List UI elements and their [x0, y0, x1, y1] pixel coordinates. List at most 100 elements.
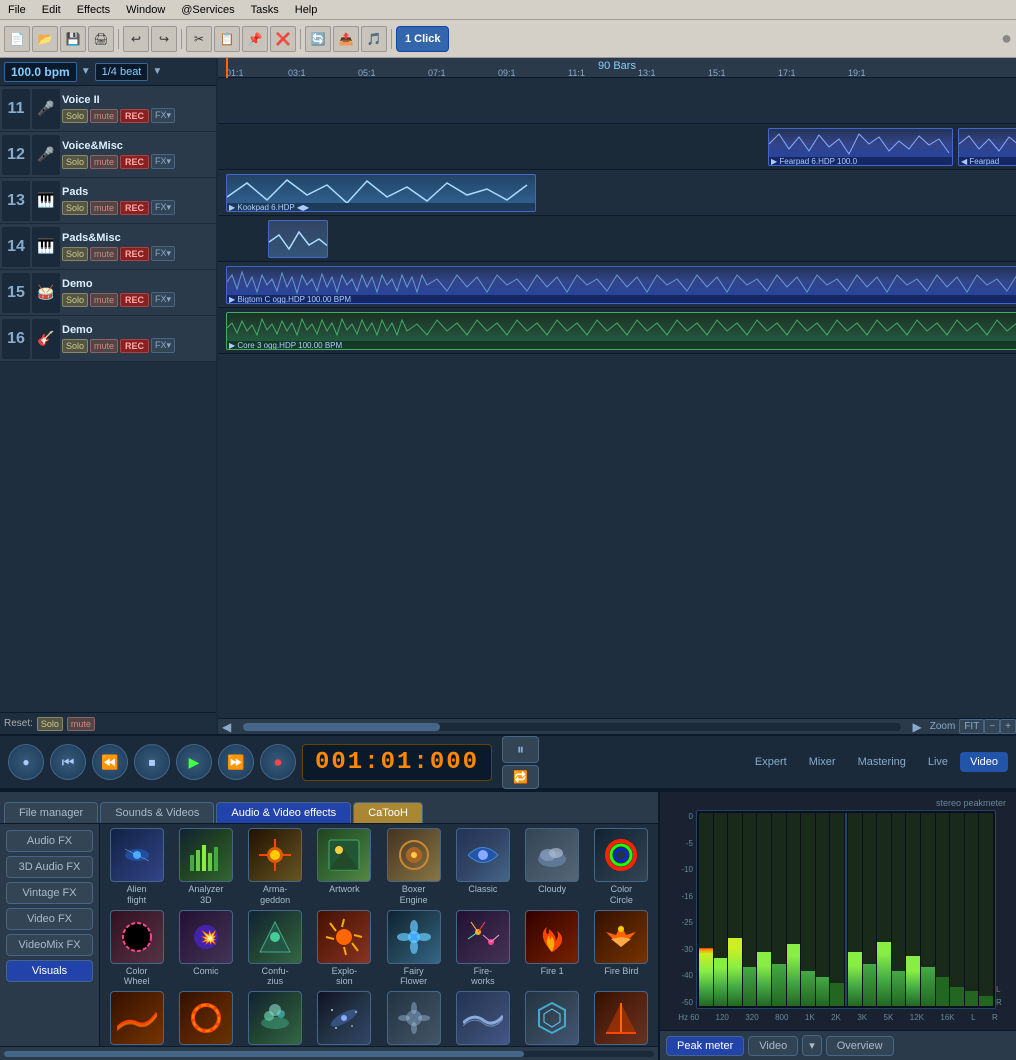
- tb-copy[interactable]: 📋: [214, 26, 240, 52]
- solo-16[interactable]: Solo: [62, 339, 88, 353]
- fx-item-fire1[interactable]: Fire 1: [520, 910, 585, 988]
- clip-fearpad1[interactable]: ▶ Fearpad 6.HDP 100.0: [768, 128, 953, 166]
- transport-record-arm[interactable]: ●: [8, 744, 44, 780]
- fx-grid[interactable]: Alienflight Analyzer3D Arma-geddon Artwo…: [100, 824, 658, 1046]
- rec-13[interactable]: REC: [120, 201, 149, 215]
- clip-core3[interactable]: ▶ Core 3 ogg.HDP 100.00 BPM: [226, 312, 1016, 350]
- fx-item-galaxy[interactable]: Galaxy: [312, 991, 377, 1046]
- tab-file-manager[interactable]: File manager: [4, 802, 98, 823]
- fx-cat-videomix[interactable]: VideoMix FX: [6, 934, 93, 956]
- tab-live[interactable]: Live: [918, 752, 958, 772]
- beat-display[interactable]: 1/4 beat: [95, 63, 149, 81]
- fx-item-fairy-flower[interactable]: FairyFlower: [381, 910, 446, 988]
- fx-item-boxer-engine[interactable]: BoxerEngine: [381, 828, 446, 906]
- tb-midi[interactable]: 🎵: [361, 26, 387, 52]
- fx-cat-video[interactable]: Video FX: [6, 908, 93, 930]
- clip-kookpad[interactable]: ▶ Kookpad 6.HDP ◀▶: [226, 174, 536, 212]
- track-row-15[interactable]: 15 🥁 Demo Solo mute REC FX▾: [0, 270, 216, 316]
- fx-h-scrollbar[interactable]: [4, 1051, 654, 1057]
- fx-12[interactable]: FX▾: [151, 154, 175, 169]
- fx-item-fireworks[interactable]: Fire-works: [450, 910, 515, 988]
- tab-mastering[interactable]: Mastering: [848, 752, 916, 772]
- tb-cut[interactable]: ✂: [186, 26, 212, 52]
- meter-tab-video-drop[interactable]: ▾: [802, 1035, 822, 1056]
- beat-dropdown[interactable]: ▼: [152, 66, 162, 77]
- fx-item-armageddon[interactable]: Arma-geddon: [243, 828, 308, 906]
- fx-item-fire-line[interactable]: Fire Line: [104, 991, 169, 1046]
- fx-11[interactable]: FX▾: [151, 108, 175, 123]
- transport-fast-forward[interactable]: ⏩: [218, 744, 254, 780]
- menu-window[interactable]: Window: [118, 2, 173, 18]
- solo-15[interactable]: Solo: [62, 293, 88, 307]
- scroll-next[interactable]: ▶: [909, 720, 926, 734]
- track-row-13[interactable]: 13 🎹 Pads Solo mute REC FX▾: [0, 178, 216, 224]
- tb-export[interactable]: 📤: [333, 26, 359, 52]
- sync-icon[interactable]: 🔁: [502, 765, 539, 789]
- tb-open[interactable]: 📂: [32, 26, 58, 52]
- fx-item-color-wheel[interactable]: ColorWheel: [104, 910, 169, 988]
- mute-14[interactable]: mute: [90, 247, 118, 261]
- fx-item-ghost-flower[interactable]: GhostFlower: [381, 991, 446, 1046]
- transport-rewind-start[interactable]: ⏮: [50, 744, 86, 780]
- tab-audio-video-effects[interactable]: Audio & Video effects: [216, 802, 351, 823]
- fx-item-confuzius[interactable]: Confu-zius: [243, 910, 308, 988]
- transport-record[interactable]: ⏺: [260, 744, 296, 780]
- transport-stop[interactable]: ⏹: [134, 744, 170, 780]
- tb-refresh[interactable]: 🔄: [305, 26, 331, 52]
- fx-item-comic[interactable]: 💥 Comic: [173, 910, 238, 988]
- h-scrollbar[interactable]: [243, 723, 900, 731]
- tb-print[interactable]: 🖨: [88, 26, 114, 52]
- fx-cat-vintage[interactable]: Vintage FX: [6, 882, 93, 904]
- solo-14[interactable]: Solo: [62, 247, 88, 261]
- zoom-plus[interactable]: +: [1000, 719, 1016, 734]
- tb-redo[interactable]: ↪: [151, 26, 177, 52]
- fx-item-alien-flight[interactable]: Alienflight: [104, 828, 169, 906]
- bpm-display[interactable]: 100.0 bpm: [4, 62, 77, 82]
- fx-item-analyzer-3d[interactable]: Analyzer3D: [173, 828, 238, 906]
- bpm-dropdown[interactable]: ▼: [81, 66, 91, 77]
- loop-icon[interactable]: ⏸: [502, 736, 539, 763]
- transport-rewind[interactable]: ⏪: [92, 744, 128, 780]
- mute-13[interactable]: mute: [90, 201, 118, 215]
- clip-padsmisc[interactable]: [268, 220, 328, 258]
- track-row-16[interactable]: 16 🎸 Demo Solo mute REC FX▾: [0, 316, 216, 362]
- solo-11[interactable]: Solo: [62, 109, 88, 123]
- fx-item-fire-bird[interactable]: Fire Bird: [589, 910, 654, 988]
- fx-16[interactable]: FX▾: [151, 338, 175, 353]
- menu-file[interactable]: File: [0, 2, 34, 18]
- zoom-minus[interactable]: −: [984, 719, 1000, 734]
- rec-14[interactable]: REC: [120, 247, 149, 261]
- mute-11[interactable]: mute: [90, 109, 118, 123]
- menu-effects[interactable]: Effects: [69, 2, 118, 18]
- fx-cat-visuals[interactable]: Visuals: [6, 960, 93, 982]
- fx-item-glass-river[interactable]: GlassRiver: [450, 991, 515, 1046]
- tb-paste[interactable]: 📌: [242, 26, 268, 52]
- fx-item-floating1[interactable]: Floating1: [243, 991, 308, 1046]
- fx-item-classic[interactable]: Classic: [450, 828, 515, 906]
- fx-item-explosion[interactable]: Explo-sion: [312, 910, 377, 988]
- mute-12[interactable]: mute: [90, 155, 118, 169]
- track-row-11[interactable]: 11 🎤 Voice II Solo mute REC FX▾: [0, 86, 216, 132]
- tb-save[interactable]: 💾: [60, 26, 86, 52]
- tab-catooh[interactable]: CaTooH: [353, 802, 423, 823]
- fx-item-hexagon[interactable]: Hexagon: [520, 991, 585, 1046]
- fx-cat-audio-fx[interactable]: Audio FX: [6, 830, 93, 852]
- tab-video[interactable]: Video: [960, 752, 1008, 772]
- fx-item-fire-ring[interactable]: Fire Ring: [173, 991, 238, 1046]
- fx-13[interactable]: FX▾: [151, 200, 175, 215]
- rec-12[interactable]: REC: [120, 155, 149, 169]
- fx-item-color-circle[interactable]: ColorCircle: [589, 828, 654, 906]
- tb-oneclick[interactable]: 1 Click: [396, 26, 449, 52]
- transport-play[interactable]: ▶: [176, 744, 212, 780]
- menu-tasks[interactable]: Tasks: [243, 2, 287, 18]
- reset-solo[interactable]: Solo: [37, 717, 63, 731]
- menu-help[interactable]: Help: [287, 2, 326, 18]
- tab-expert[interactable]: Expert: [745, 752, 797, 772]
- fx-item-highway-to-hell[interactable]: Highwayto Hell: [589, 991, 654, 1046]
- solo-13[interactable]: Solo: [62, 201, 88, 215]
- tb-delete[interactable]: ❌: [270, 26, 296, 52]
- tb-undo[interactable]: ↩: [123, 26, 149, 52]
- clip-bigtom[interactable]: ▶ Bigtom C ogg.HDP 100.00 BPM: [226, 266, 1016, 304]
- mute-15[interactable]: mute: [90, 293, 118, 307]
- scroll-prev[interactable]: ◀: [218, 720, 235, 734]
